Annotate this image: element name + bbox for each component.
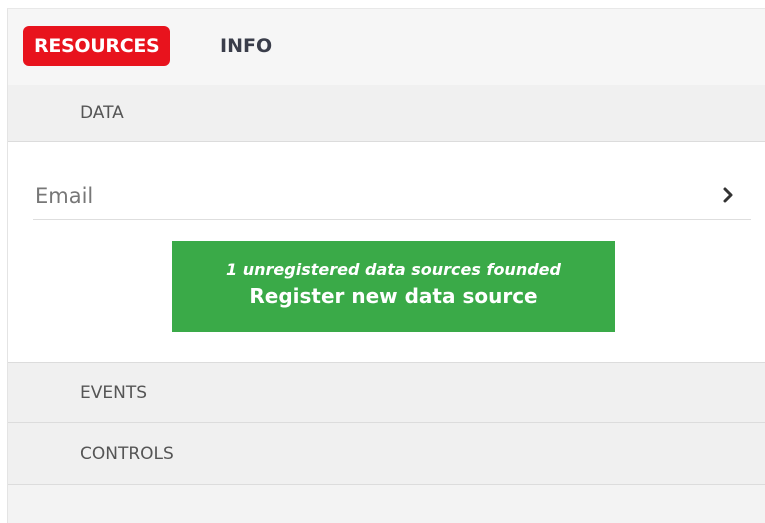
chevron-right-icon bbox=[723, 187, 733, 203]
section-header-data[interactable]: DATA bbox=[8, 85, 765, 142]
section-label-controls: CONTROLS bbox=[80, 444, 174, 464]
resource-item-email[interactable]: Email bbox=[33, 172, 751, 220]
resource-label: Email bbox=[35, 184, 94, 208]
resources-panel: RESOURCES INFO DATA Email 1 unregistered… bbox=[7, 8, 765, 523]
register-data-source-button[interactable]: 1 unregistered data sources founded Regi… bbox=[172, 241, 615, 332]
section-header-controls[interactable]: CONTROLS bbox=[8, 423, 765, 485]
section-label-events: EVENTS bbox=[80, 383, 148, 403]
unregistered-sources-note: 1 unregistered data sources founded bbox=[226, 260, 561, 279]
data-section-body: Email 1 unregistered data sources founde… bbox=[8, 142, 765, 363]
tab-resources[interactable]: RESOURCES bbox=[23, 26, 171, 66]
register-button-label: Register new data source bbox=[249, 284, 538, 308]
tab-info[interactable]: INFO bbox=[220, 26, 272, 66]
section-label-data: DATA bbox=[80, 103, 124, 123]
section-header-events[interactable]: EVENTS bbox=[8, 363, 765, 423]
tab-bar: RESOURCES INFO bbox=[8, 9, 765, 85]
